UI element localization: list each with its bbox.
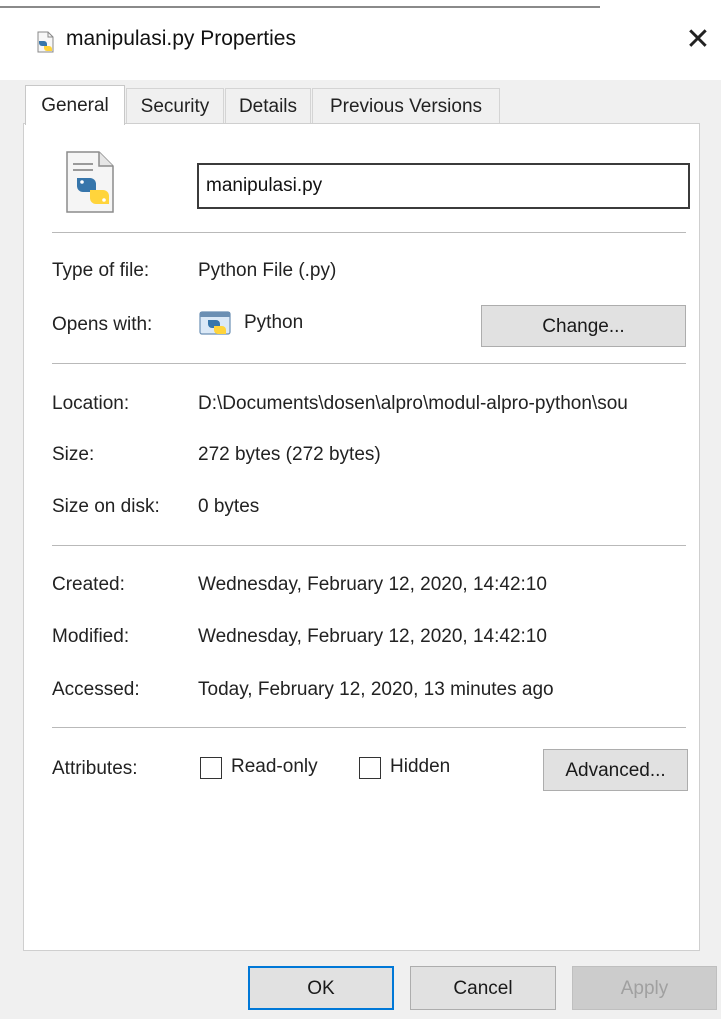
accessed-value: Today, February 12, 2020, 13 minutes ago [198,679,554,700]
size-on-disk-label: Size on disk: [52,496,160,517]
accessed-label: Accessed: [52,679,140,700]
attributes-label: Attributes: [52,758,138,779]
modified-label: Modified: [52,626,130,647]
title-bar: manipulasi.py Properties ✕ [0,0,721,80]
created-label: Created: [52,574,125,595]
file-name-field[interactable] [197,163,690,209]
location-label: Location: [52,393,130,414]
tab-label: General [41,95,109,116]
tab-security[interactable]: Security [126,88,224,124]
python-file-icon [37,31,54,53]
type-of-file-value: Python File (.py) [198,260,337,281]
python-launcher-icon [199,311,231,335]
tab-label: Previous Versions [329,96,483,117]
window-top-edge [0,6,600,8]
opens-with-label: Opens with: [52,314,153,335]
separator [52,727,686,728]
ok-button[interactable]: OK [248,966,394,1010]
tab-previous-versions[interactable]: Previous Versions [312,88,500,124]
change-button[interactable]: Change... [481,305,686,347]
opens-with-value: Python [244,312,304,333]
tab-general[interactable]: General [25,85,125,125]
tab-details[interactable]: Details [225,88,311,124]
hidden-label[interactable]: Hidden [390,756,450,778]
apply-button[interactable]: Apply [572,966,717,1010]
cancel-button[interactable]: Cancel [410,966,556,1010]
hidden-checkbox[interactable] [359,757,381,779]
separator [52,363,686,364]
close-button[interactable]: ✕ [680,22,716,58]
created-value: Wednesday, February 12, 2020, 14:42:10 [198,574,547,595]
python-file-icon [66,151,114,213]
close-icon: ✕ [685,23,711,56]
size-on-disk-value: 0 bytes [198,496,260,517]
type-of-file-label: Type of file: [52,260,150,281]
separator [52,545,686,546]
read-only-label[interactable]: Read-only [231,756,318,778]
size-value: 272 bytes (272 bytes) [198,444,381,465]
tab-label: Security [140,96,210,117]
modified-value: Wednesday, February 12, 2020, 14:42:10 [198,626,547,647]
window-title: manipulasi.py Properties [66,27,296,50]
tab-label: Details [238,96,298,117]
read-only-checkbox[interactable] [200,757,222,779]
separator [52,232,686,233]
advanced-button[interactable]: Advanced... [543,749,688,791]
location-value: D:\Documents\dosen\alpro\modul-alpro-pyt… [198,393,628,414]
general-tab-panel [23,123,700,951]
size-label: Size: [52,444,95,465]
